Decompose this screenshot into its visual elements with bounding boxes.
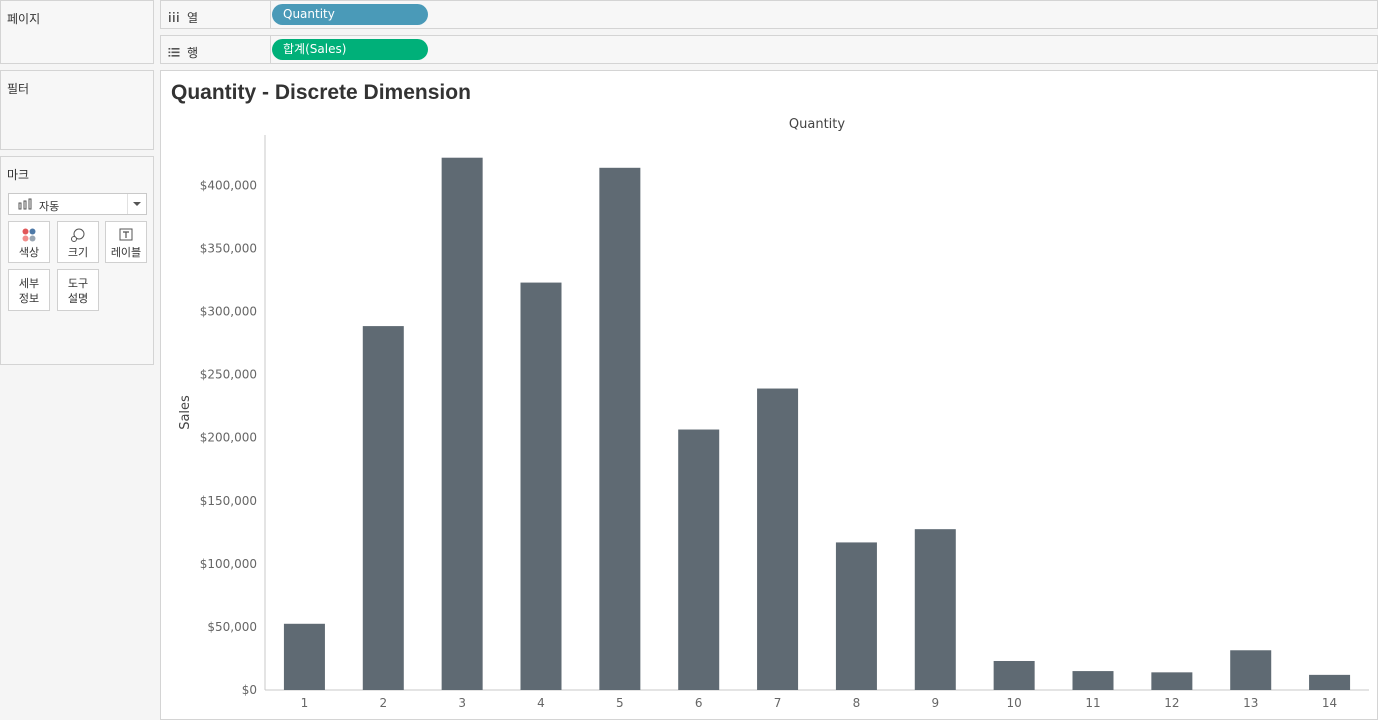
y-tick-label: $350,000 — [200, 242, 257, 256]
size-card[interactable]: 크기 — [57, 221, 99, 263]
bar — [283, 623, 325, 690]
rows-shelf-label: 행 — [187, 46, 199, 60]
bar — [993, 660, 1035, 690]
color-card[interactable]: 색상 — [8, 221, 50, 263]
label-card[interactable]: 레이블 — [105, 221, 147, 263]
mark-type-dropdown[interactable]: 자동 — [8, 193, 147, 215]
bar-chart-icon — [18, 198, 34, 210]
bar — [1309, 674, 1351, 690]
marks-panel: 마크 자동 색상 크기 레이블 세부 정보 도구 설명 — [0, 156, 154, 365]
filters-title: 필터 — [7, 82, 30, 96]
x-tick-label: 10 — [1007, 696, 1022, 710]
x-tick-label: 5 — [616, 696, 624, 710]
bar — [1072, 671, 1114, 690]
x-tick-label: 12 — [1164, 696, 1179, 710]
rows-shelf[interactable]: 행 합계(Sales) — [160, 35, 1378, 64]
bar — [914, 529, 956, 690]
chevron-down-icon[interactable] — [127, 194, 146, 214]
shelf-divider — [270, 36, 271, 63]
quantity-pill[interactable]: Quantity — [272, 4, 428, 25]
y-tick-label: $400,000 — [200, 178, 257, 192]
x-tick-label: 4 — [537, 696, 545, 710]
x-tick-label: 9 — [931, 696, 939, 710]
x-tick-label: 14 — [1322, 696, 1337, 710]
pages-panel[interactable]: 페이지 — [0, 0, 154, 64]
bar — [362, 326, 404, 690]
y-tick-label: $150,000 — [200, 494, 257, 508]
detail-card-label: 세부 정보 — [18, 277, 40, 305]
bar — [1151, 672, 1193, 690]
x-tick-label: 8 — [853, 696, 861, 710]
x-tick-label: 13 — [1243, 696, 1258, 710]
y-tick-label: $300,000 — [200, 305, 257, 319]
x-tick-label: 1 — [301, 696, 309, 710]
label-card-label: 레이블 — [110, 246, 142, 259]
color-dots-icon — [9, 227, 49, 243]
y-tick-label: $0 — [242, 683, 257, 697]
detail-card[interactable]: 세부 정보 — [8, 269, 50, 311]
y-tick-label: $100,000 — [200, 557, 257, 571]
x-tick-label: 11 — [1085, 696, 1100, 710]
tooltip-card-label: 도구 설명 — [67, 277, 89, 305]
columns-icon — [168, 8, 180, 22]
sum-sales-pill[interactable]: 합계(Sales) — [272, 39, 428, 60]
bar — [835, 542, 877, 690]
bar — [441, 157, 483, 691]
text-label-icon — [106, 227, 146, 243]
columns-shelf[interactable]: 열 Quantity — [160, 0, 1378, 29]
pages-title: 페이지 — [7, 12, 41, 26]
size-icon — [58, 227, 98, 243]
size-card-label: 크기 — [67, 246, 89, 259]
bar-chart: Quantity Sales $0 $50,000 $100,000 $150,000 $2… — [178, 117, 1369, 710]
columns-shelf-label: 열 — [187, 11, 199, 25]
tooltip-card[interactable]: 도구 설명 — [57, 269, 99, 311]
bar — [599, 167, 641, 690]
y-tick-label: $50,000 — [207, 620, 257, 634]
worksheet-view: Quantity - Discrete Dimension Quantity Sa… — [160, 70, 1378, 720]
color-card-label: 색상 — [18, 246, 40, 259]
bar — [520, 282, 562, 690]
marks-title: 마크 — [7, 168, 30, 182]
filters-panel[interactable]: 필터 — [0, 70, 154, 150]
mark-type-label: 자동 — [39, 200, 60, 213]
column-header-label: Quantity — [789, 117, 845, 132]
y-axis-title: Sales — [178, 395, 193, 430]
y-tick-label: $200,000 — [200, 431, 257, 445]
y-tick-label: $250,000 — [200, 368, 257, 382]
bar — [757, 388, 799, 690]
x-tick-label: 3 — [458, 696, 466, 710]
rows-icon — [168, 43, 180, 57]
bar — [1230, 650, 1272, 690]
x-tick-label: 6 — [695, 696, 703, 710]
x-tick-label: 7 — [774, 696, 782, 710]
shelf-divider — [270, 1, 271, 28]
x-tick-label: 2 — [379, 696, 387, 710]
bar — [678, 429, 720, 690]
